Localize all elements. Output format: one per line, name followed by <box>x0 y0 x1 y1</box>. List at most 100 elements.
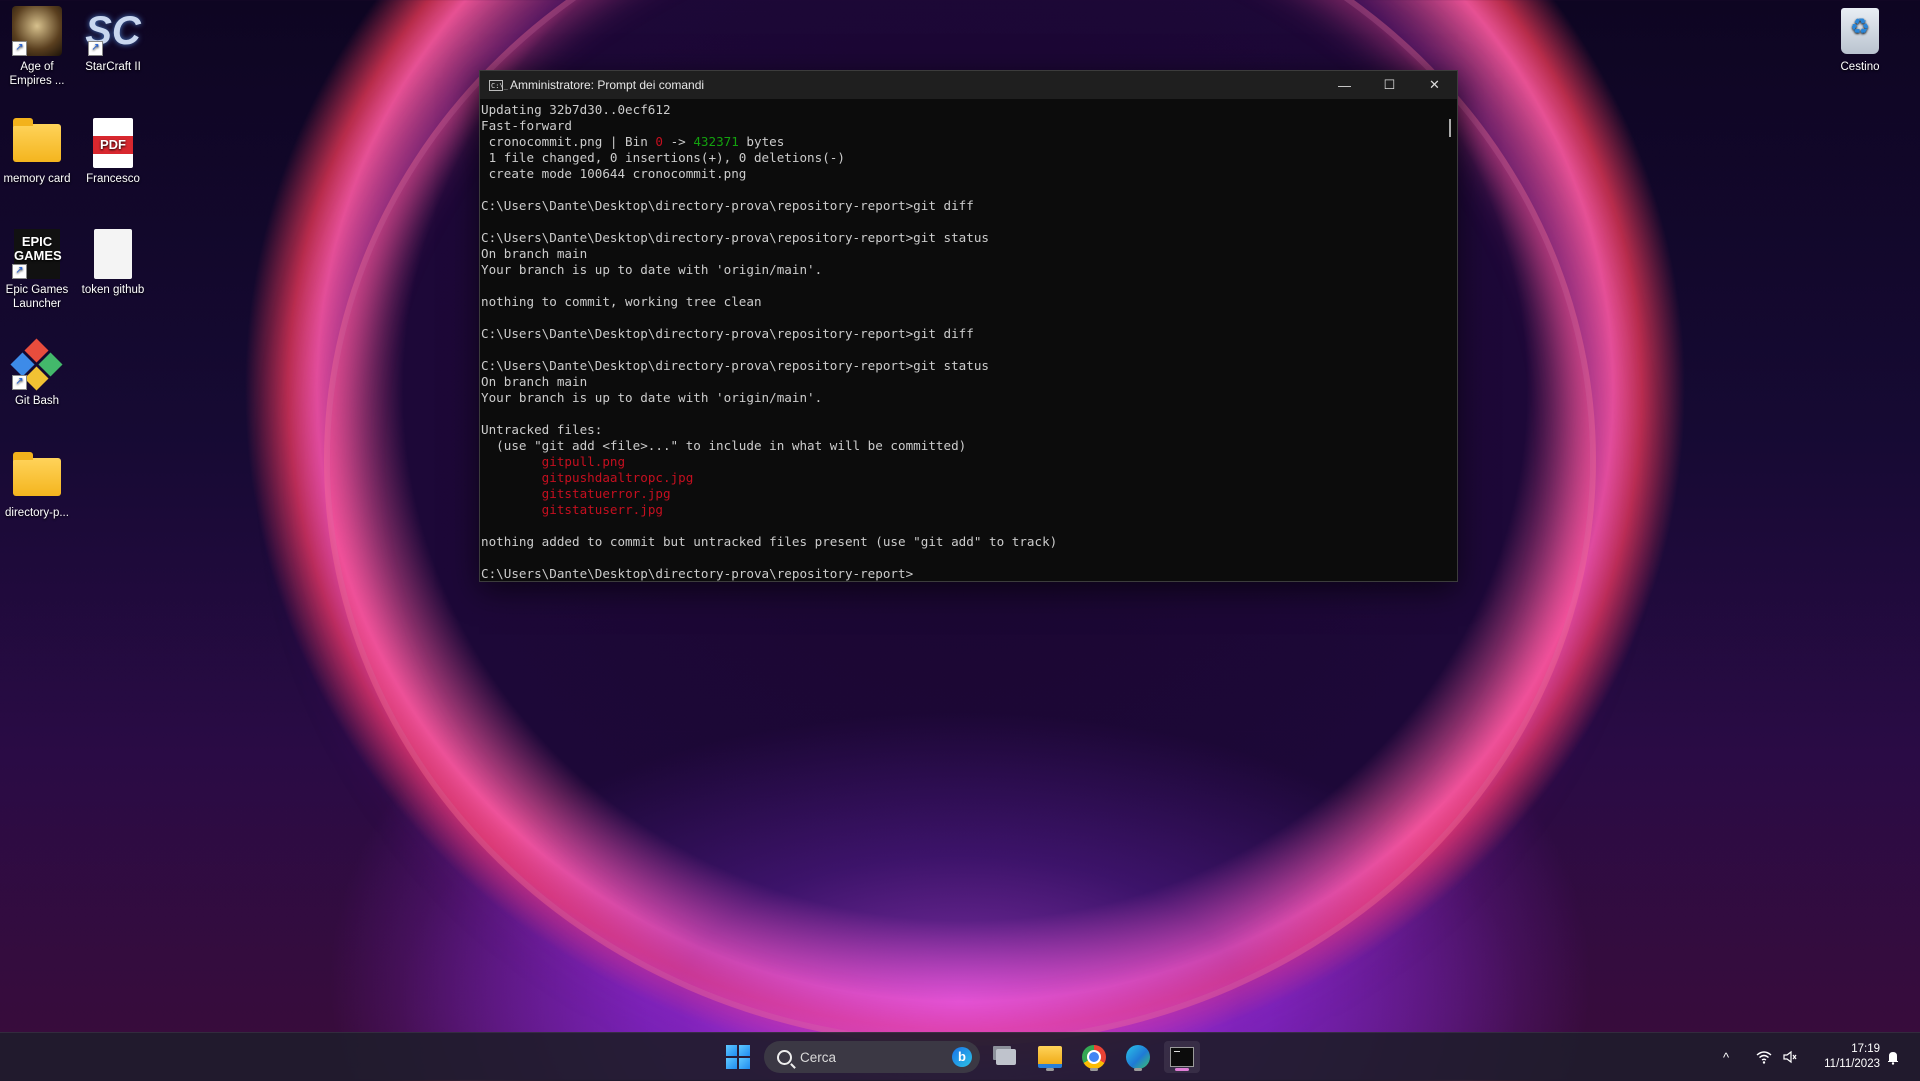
console-line: C:\Users\Dante\Desktop\directory-prova\r… <box>481 358 1443 374</box>
console-text: bytes <box>738 134 785 149</box>
search-box[interactable]: Cerca b <box>764 1041 980 1073</box>
close-button[interactable]: ✕ <box>1412 71 1457 99</box>
console-line: nothing to commit, working tree clean <box>481 294 1443 310</box>
chrome-button[interactable] <box>1076 1041 1112 1073</box>
console-text: C:\Users\Dante\Desktop\directory-prova\r… <box>481 230 989 245</box>
console-line: Your branch is up to date with 'origin/m… <box>481 390 1443 406</box>
desktop-icon-recycle-bin[interactable]: Cestino <box>1822 0 1898 74</box>
file-explorer-icon <box>1038 1046 1062 1068</box>
console-line: C:\Users\Dante\Desktop\directory-prova\r… <box>481 230 1443 246</box>
file-explorer-button[interactable] <box>1032 1041 1068 1073</box>
wifi-icon[interactable] <box>1756 1033 1772 1081</box>
desktop-icon-token-github[interactable]: token github <box>75 223 151 297</box>
age-of-empires-icon: ↗ <box>12 6 62 56</box>
console-text: (use "git add <file>..." to include in w… <box>481 438 967 453</box>
console-line: gitpull.png <box>481 454 1443 470</box>
starcraft-icon: SC ↗ <box>85 6 141 56</box>
folder-icon <box>12 118 62 168</box>
task-view-icon <box>996 1049 1016 1065</box>
desktop-icon-label: Epic Games Launcher <box>5 284 69 310</box>
console-text: Fast-forward <box>481 118 572 133</box>
console-line: (use "git add <file>..." to include in w… <box>481 438 1443 454</box>
console-line: On branch main <box>481 246 1443 262</box>
minimize-button[interactable]: — <box>1322 71 1367 99</box>
console-text: On branch main <box>481 246 588 261</box>
console-text: On branch main <box>481 374 588 389</box>
desktop-icon-label: directory-p... <box>5 507 69 519</box>
console-line: C:\Users\Dante\Desktop\directory-prova\r… <box>481 566 1443 581</box>
console-text: 432371 <box>693 134 739 149</box>
maximize-button[interactable]: ☐ <box>1367 71 1412 99</box>
console-line: Updating 32b7d30..0ecf612 <box>481 102 1443 118</box>
desktop-icon-francesco[interactable]: PDF Francesco <box>75 112 151 186</box>
notifications-button[interactable] <box>1886 1033 1900 1081</box>
git-bash-icon: ↗ <box>10 338 63 391</box>
system-clock[interactable]: 17:19 11/11/2023 <box>1810 1042 1880 1072</box>
desktop-icon-label: Age of Empires ... <box>9 61 65 87</box>
folder-icon <box>12 452 62 502</box>
console-line: On branch main <box>481 374 1443 390</box>
console-line: Your branch is up to date with 'origin/m… <box>481 262 1443 278</box>
console-text: Updating 32b7d30..0ecf612 <box>481 102 671 117</box>
bing-icon[interactable]: b <box>952 1047 972 1067</box>
console-text: gitpushdaaltropc.jpg <box>541 470 694 485</box>
desktop-icon-git-bash[interactable]: ↗ Git Bash <box>0 334 75 408</box>
console-text: create mode 100644 cronocommit.png <box>481 166 747 181</box>
console-line: Untracked files: <box>481 422 1443 438</box>
console-line: C:\Users\Dante\Desktop\directory-prova\r… <box>481 198 1443 214</box>
desktop-icon-label: Git Bash <box>14 395 60 407</box>
command-prompt-taskbar-button[interactable] <box>1164 1041 1200 1073</box>
task-view-button[interactable] <box>988 1041 1024 1073</box>
start-button[interactable] <box>720 1041 756 1073</box>
edge-button[interactable] <box>1120 1041 1156 1073</box>
console-text: nothing added to commit but untracked fi… <box>481 534 1058 549</box>
console-text: 1 file changed, 0 insertions(+), 0 delet… <box>481 150 845 165</box>
start-icon <box>726 1045 750 1069</box>
console-line: gitstatuserr.jpg <box>481 502 1443 518</box>
desktop-icon-label: Cestino <box>1840 61 1880 73</box>
desktop-icon-label: token github <box>81 284 145 296</box>
cmd-icon: C:\_ <box>489 79 508 91</box>
edge-icon <box>1126 1045 1150 1069</box>
search-icon <box>777 1049 792 1065</box>
bell-icon <box>1888 1051 1898 1065</box>
console-text: nothing to commit, working tree clean <box>481 294 762 309</box>
desktop-icon-age-of-empires[interactable]: ↗ Age of Empires ... <box>0 0 75 88</box>
command-prompt-icon <box>1170 1047 1194 1067</box>
console-line: 1 file changed, 0 insertions(+), 0 delet… <box>481 150 1443 166</box>
volume-icon[interactable] <box>1782 1033 1798 1081</box>
console-text: gitpull.png <box>541 454 626 469</box>
console-line: gitpushdaaltropc.jpg <box>481 470 1443 486</box>
console-text: gitstatuserr.jpg <box>541 502 663 517</box>
desktop-icon-directory[interactable]: directory-p... <box>0 446 75 520</box>
scrollbar-thumb[interactable] <box>1449 119 1451 137</box>
console-text: 0 <box>655 134 663 149</box>
desktop-icon-memory-card[interactable]: memory card <box>0 112 75 186</box>
console-text: Untracked files: <box>481 422 603 437</box>
command-prompt-window[interactable]: C:\_ Amministratore: Prompt dei comandi … <box>479 70 1458 582</box>
recycle-bin-icon <box>1835 6 1885 56</box>
console-line: Fast-forward <box>481 118 1443 134</box>
tray-overflow-chevron[interactable]: ^ <box>1723 1033 1729 1081</box>
desktop-icon-label: memory card <box>3 173 71 185</box>
desktop-icon-label: StarCraft II <box>85 61 141 73</box>
console-line: C:\Users\Dante\Desktop\directory-prova\r… <box>481 326 1443 342</box>
desktop-icon-epic-games[interactable]: EPIC GAMES ↗ Epic Games Launcher <box>0 223 75 311</box>
console-text: C:\Users\Dante\Desktop\directory-prova\r… <box>481 198 974 213</box>
console-line: create mode 100644 cronocommit.png <box>481 166 1443 182</box>
console-output[interactable]: Updating 32b7d30..0ecf612 Fast-forward cr… <box>481 102 1443 581</box>
window-titlebar[interactable]: C:\_ Amministratore: Prompt dei comandi … <box>480 71 1457 99</box>
desktop-icon-starcraft[interactable]: SC ↗ StarCraft II <box>75 0 151 74</box>
console-line: gitstatuerror.jpg <box>481 486 1443 502</box>
window-title: Amministratore: Prompt dei comandi <box>510 78 705 92</box>
